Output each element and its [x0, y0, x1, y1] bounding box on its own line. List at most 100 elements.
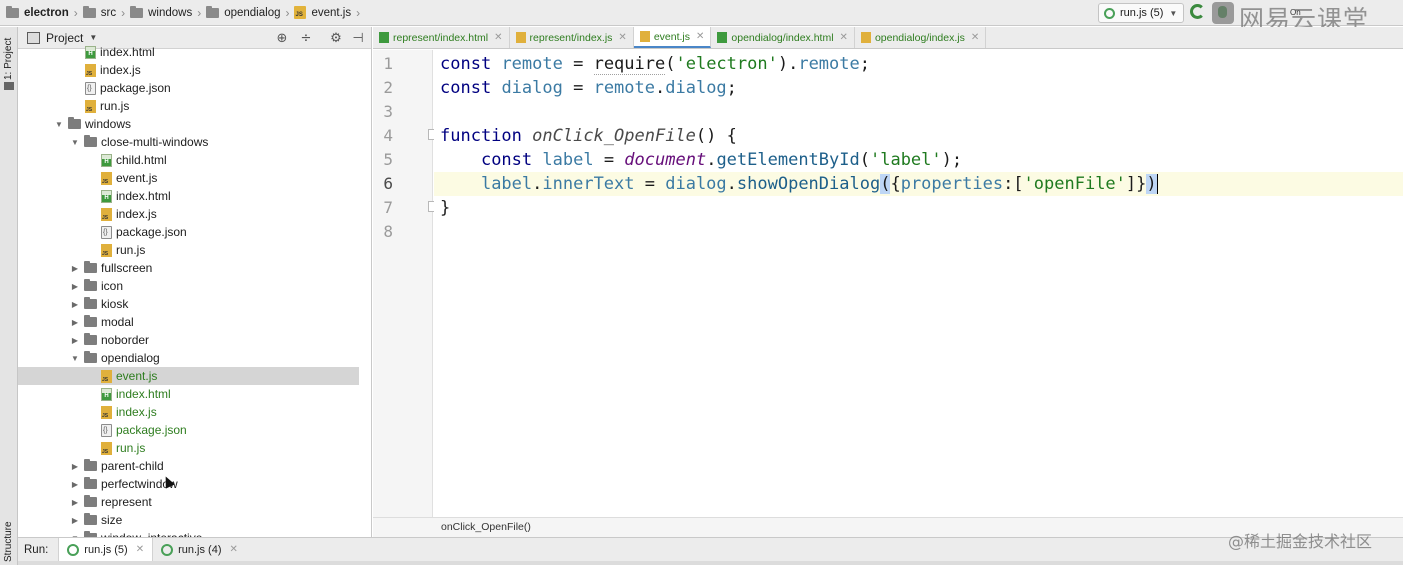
breadcrumb-opendialog[interactable]: opendialog: [206, 5, 280, 19]
code-line-4[interactable]: function onClick_OpenFile() {: [440, 124, 737, 148]
chevron-down-icon[interactable]: ▼: [53, 120, 65, 129]
html-file-icon: [717, 32, 728, 43]
tree-folder[interactable]: ▶ kiosk: [18, 295, 359, 313]
chevron-right-icon[interactable]: ▶: [69, 462, 81, 471]
tree-folder[interactable]: ▼ close-multi-windows: [18, 133, 359, 151]
code-line-5[interactable]: const label = document.getElementById('l…: [440, 148, 962, 172]
editor-tab[interactable]: represent/index.js ✕: [510, 27, 634, 48]
editor-tab-label: opendialog/index.html: [731, 31, 834, 44]
tree-folder[interactable]: ▶ modal: [18, 313, 359, 331]
folder-icon: [6, 5, 19, 18]
tree-file[interactable]: index.js: [18, 205, 359, 223]
editor-gutter: 1 2 3 4 5 6 7 8: [373, 50, 437, 517]
code-editor[interactable]: const remote = require('electron').remot…: [434, 50, 1403, 517]
editor-tabs: represent/index.html ✕ represent/index.js ✕…: [373, 27, 1403, 49]
chevron-right-icon[interactable]: ▶: [69, 264, 81, 273]
chevron-right-icon[interactable]: ▶: [69, 480, 81, 489]
rerun-icon[interactable]: [1190, 4, 1207, 21]
tree-file[interactable]: index.js: [18, 403, 359, 421]
folder-icon: [84, 333, 97, 345]
run-label: Run:: [24, 543, 49, 556]
tree-item-label: fullscreen: [101, 261, 153, 275]
tree-folder[interactable]: ▶ represent: [18, 493, 359, 511]
close-icon[interactable]: ✕: [971, 32, 979, 43]
editor-tab[interactable]: opendialog/index.js ✕: [855, 27, 987, 48]
tree-item-label: event.js: [116, 171, 158, 185]
chevron-right-icon: ›: [73, 5, 78, 20]
json-file-icon: [85, 81, 96, 95]
tree-file[interactable]: run.js: [18, 241, 359, 259]
code-line-6[interactable]: label.innerText = dialog.showOpenDialog(…: [440, 172, 1158, 196]
chevron-right-icon[interactable]: ▶: [69, 282, 81, 291]
tree-folder[interactable]: ▼window_interactive: [18, 529, 359, 537]
tree-file[interactable]: index.html: [18, 43, 359, 61]
breadcrumb-event-js[interactable]: event.js: [294, 6, 351, 19]
tree-file[interactable]: index.html: [18, 187, 359, 205]
html-file-icon: [101, 189, 112, 203]
chevron-right-icon[interactable]: ▶: [69, 336, 81, 345]
chevron-down-icon[interactable]: ▼: [69, 354, 81, 363]
chevron-right-icon[interactable]: ▶: [69, 498, 81, 507]
tree-folder[interactable]: ▶ noborder: [18, 331, 359, 349]
structure-tool-button[interactable]: Structure: [3, 521, 14, 562]
tree-item-label: run.js: [116, 441, 146, 455]
chevron-down-icon[interactable]: ▼: [69, 138, 81, 147]
chevron-right-icon[interactable]: ▶: [69, 516, 81, 525]
js-file-icon: [101, 369, 112, 383]
close-icon[interactable]: ✕: [696, 31, 704, 42]
run-tab-1[interactable]: run.js (5) ✕: [58, 537, 154, 562]
close-icon[interactable]: ✕: [136, 544, 144, 555]
editor-tab[interactable]: represent/index.html ✕: [373, 27, 510, 48]
tree-file[interactable]: run.js: [18, 439, 359, 457]
breadcrumb-windows[interactable]: windows: [130, 5, 192, 19]
tree-file[interactable]: run.js: [18, 97, 359, 115]
tree-folder[interactable]: ▼ opendialog: [18, 349, 359, 367]
tree-folder[interactable]: ▶ icon: [18, 277, 359, 295]
tree-folder[interactable]: ▼ windows: [18, 115, 359, 133]
breadcrumb-src[interactable]: src: [82, 5, 116, 19]
run-tool-window-bar: Run: run.js (5) ✕ run.js (4) ✕: [18, 537, 1403, 562]
tree-file[interactable]: index.js: [18, 61, 359, 79]
tree-folder[interactable]: ▶ size: [18, 511, 359, 529]
tree-file[interactable]: package.json: [18, 79, 359, 97]
close-icon[interactable]: ✕: [494, 32, 502, 43]
tree-file[interactable]: package.json: [18, 223, 359, 241]
editor-tab[interactable]: event.js ✕: [633, 27, 712, 48]
close-icon[interactable]: ✕: [230, 544, 238, 555]
chevron-right-icon[interactable]: ▶: [69, 318, 81, 327]
html-file-icon: [101, 387, 112, 401]
js-file-icon: [101, 441, 112, 455]
run-console-output: [18, 561, 1403, 565]
folder-icon: [84, 315, 97, 327]
code-line-1[interactable]: const remote = require('electron').remot…: [440, 52, 870, 76]
line-number: 6: [383, 174, 393, 193]
tree-folder[interactable]: ▶ fullscreen: [18, 259, 359, 277]
tree-item-label: modal: [101, 315, 134, 329]
tree-file[interactable]: event.js: [18, 169, 359, 187]
tree-folder[interactable]: ▶ parent-child: [18, 457, 359, 475]
chevron-down-icon[interactable]: ▼: [89, 33, 97, 42]
tree-file[interactable]: child.html: [18, 151, 359, 169]
run-tab-2[interactable]: run.js (4) ✕: [153, 538, 246, 562]
breadcrumb-electron[interactable]: electron: [6, 5, 69, 19]
project-tool-button[interactable]: 1: Project: [3, 38, 14, 80]
project-panel: Project ▼ ⊕ ÷ ⚙ ⊣ index.htmlindex.jspack…: [18, 27, 372, 537]
run-configuration-select[interactable]: run.js (5) ▼: [1098, 3, 1184, 23]
close-icon[interactable]: ✕: [840, 32, 848, 43]
tree-file[interactable]: package.json: [18, 421, 359, 439]
code-line-2[interactable]: const dialog = remote.dialog;: [440, 76, 737, 100]
html-file-icon: [85, 45, 96, 59]
tree-item-label: event.js: [116, 369, 158, 383]
chevron-down-icon: ▼: [1169, 8, 1178, 18]
code-line-7[interactable]: }: [440, 196, 450, 220]
close-icon[interactable]: ✕: [618, 32, 626, 43]
chevron-right-icon[interactable]: ▶: [69, 300, 81, 309]
tree-file[interactable]: event.js: [18, 367, 359, 385]
tree-item-label: index.js: [100, 63, 141, 77]
editor-tab[interactable]: opendialog/index.html ✕: [711, 27, 855, 48]
tree-item-label: windows: [85, 117, 132, 131]
tree-file[interactable]: index.html: [18, 385, 359, 403]
folder-icon: [82, 5, 96, 18]
tree-folder[interactable]: ▶ perfectwindow: [18, 475, 359, 493]
tree-item-label: index.html: [100, 45, 155, 59]
